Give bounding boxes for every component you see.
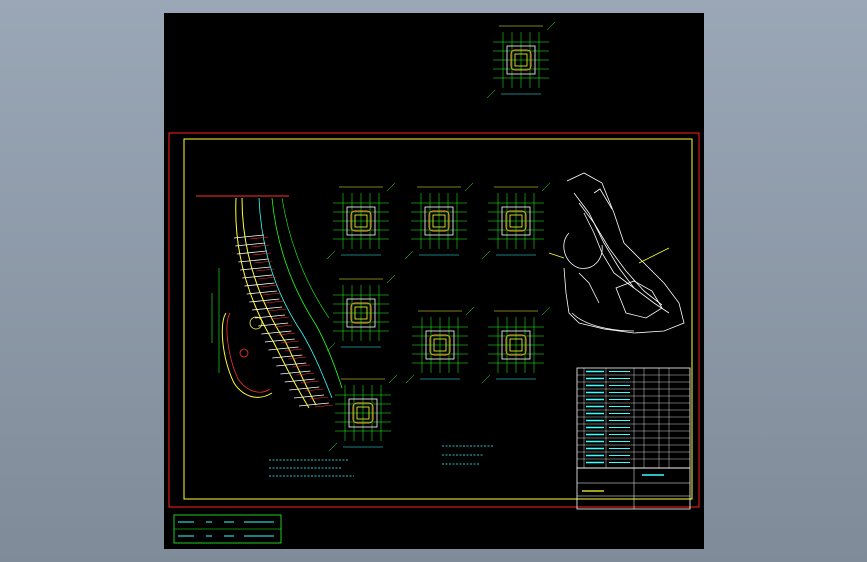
outer-frame <box>168 132 700 508</box>
pile-detail <box>326 274 396 352</box>
structure-elevation <box>548 172 685 334</box>
tunnel-plan-view <box>196 195 343 409</box>
pile-detail <box>328 374 398 452</box>
pile-detail <box>326 182 396 260</box>
drawing-canvas <box>168 21 700 544</box>
pile-detail <box>481 182 551 260</box>
title-block <box>576 367 691 510</box>
pile-detail <box>405 306 475 384</box>
top-detail <box>486 21 556 99</box>
pile-detail <box>486 21 556 99</box>
pile-detail <box>404 182 474 260</box>
pile-detail <box>481 306 551 384</box>
pile-detail-grid <box>326 182 551 452</box>
cad-drawing-viewport[interactable] <box>164 13 704 549</box>
legend-box <box>173 514 282 544</box>
drawing-notes <box>269 445 494 477</box>
